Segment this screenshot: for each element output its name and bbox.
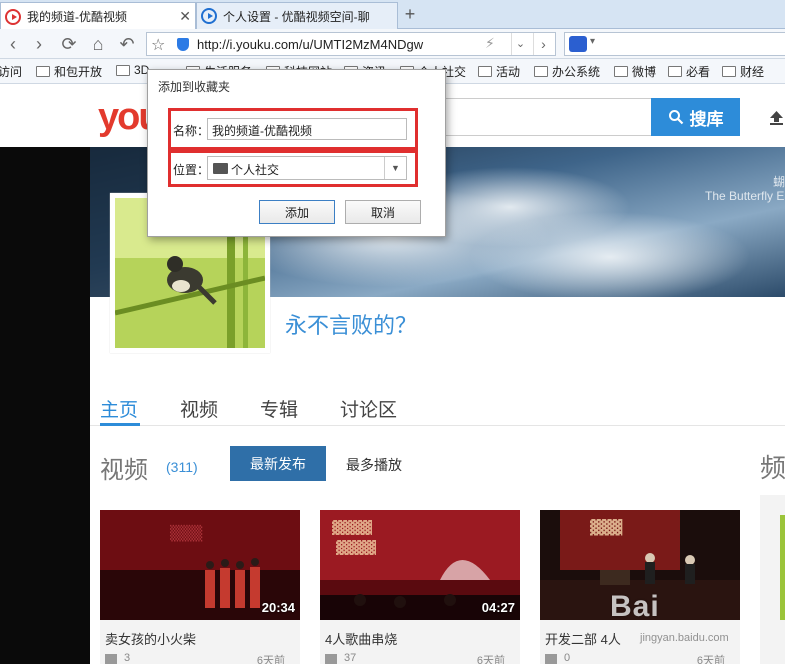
video-thumbnail[interactable]: ▒▒▒ 20:34 — [100, 510, 300, 620]
new-tab-button[interactable]: + — [398, 3, 422, 27]
bookmark-item[interactable]: 访问 — [0, 63, 22, 80]
tab-videos[interactable]: 视频 — [180, 395, 218, 422]
bookmark-star-icon[interactable]: ☆ — [151, 35, 165, 55]
folder-icon — [213, 163, 228, 174]
tab-title: 我的频道-优酷视频 — [27, 10, 127, 24]
add-button[interactable]: 添加 — [259, 200, 335, 224]
tab-youku-channel[interactable]: 我的频道-优酷视频 ✕ — [0, 2, 196, 30]
site-search-input[interactable] — [443, 98, 651, 136]
upload-time: 6天前 — [256, 655, 285, 664]
banner-caption-en: The Butterfly E — [705, 189, 785, 203]
channel-nav: 主页 视频 专辑 讨论区 — [90, 367, 785, 427]
svg-text:▓▓▓▓: ▓▓▓▓ — [336, 540, 376, 556]
name-label: 名称： — [173, 124, 210, 138]
play-count: 3 — [124, 652, 131, 664]
video-duration: 20:34 — [261, 600, 295, 615]
sort-most-played-button[interactable]: 最多播放 — [346, 455, 402, 475]
play-count-icon — [105, 654, 117, 664]
bookmark-folder[interactable]: 3D — [116, 63, 149, 77]
svg-text:▒▒▒: ▒▒▒ — [170, 524, 203, 542]
bookmark-folder[interactable]: 必看 — [668, 63, 710, 80]
section-title-2: 频 — [760, 453, 785, 483]
upload-time: 6天前 — [696, 655, 725, 664]
site-search-button[interactable]: 搜库 — [651, 98, 740, 136]
play-count: 0 — [564, 652, 571, 664]
video-count[interactable]: (311) — [166, 459, 198, 475]
bookmark-folder[interactable]: 和包开放 — [36, 63, 102, 80]
home-icon[interactable]: ⌂ — [87, 33, 109, 55]
video-thumbnail[interactable]: ▓▓▓▓ ▓▓▓▓ 04:27 — [320, 510, 520, 620]
baidu-paw-icon[interactable] — [569, 36, 587, 52]
address-dropdown-icon[interactable]: ⌄ — [511, 33, 529, 55]
bookmark-folder[interactable]: 微博 — [614, 63, 656, 80]
folder-icon — [668, 66, 682, 77]
close-tab-icon[interactable]: ✕ — [179, 8, 191, 25]
tab-discussion[interactable]: 讨论区 — [340, 395, 397, 422]
page-dark-margin — [0, 147, 90, 664]
watermark-logo: Bai — [610, 590, 660, 623]
bookmark-location-select[interactable]: 个人社交 ▼ — [207, 156, 407, 180]
video-thumbnail-partial[interactable] — [780, 515, 785, 620]
svg-text:▓▓▓: ▓▓▓ — [590, 518, 623, 536]
video-duration: 04:27 — [481, 600, 515, 615]
bookmark-name-input[interactable]: 我的频道-优酷视频 — [207, 118, 407, 140]
bookmark-folder[interactable]: 活动 — [478, 63, 520, 80]
folder-icon — [116, 64, 130, 76]
undo-icon[interactable]: ↶ — [116, 33, 138, 55]
video-title[interactable]: 4人歌曲串烧 — [325, 629, 397, 648]
svg-text:▓▓▓▓: ▓▓▓▓ — [332, 520, 372, 536]
add-bookmark-dialog: 添加到收藏夹 名称： 我的频道-优酷视频 位置： 个人社交 ▼ 添加 取消 — [147, 69, 446, 237]
folder-icon — [614, 66, 628, 77]
section-title: 视频 — [100, 457, 148, 484]
folder-icon — [478, 66, 492, 77]
video-title[interactable]: 卖女孩的小火柴 — [105, 629, 196, 648]
speed-mode-icon[interactable]: ⚡ — [485, 35, 495, 52]
banner-caption-cn: 蝴 — [772, 175, 785, 189]
folder-icon — [36, 66, 50, 77]
browser-tab-strip: 我的频道-优酷视频 ✕ 个人设置 - 优酷视频空间-聊 + — [0, 0, 785, 30]
back-icon[interactable]: ‹ — [2, 33, 24, 55]
channel-username: 永不言败的？ — [285, 313, 418, 338]
browser-toolbar: ‹ › ⟳ ⌂ ↶ ☆ http://i.youku.com/u/UMTI2Mz… — [0, 29, 785, 59]
address-bar[interactable]: ☆ http://i.youku.com/u/UMTI2MzM4NDgw ⚡ ⌄… — [146, 32, 556, 56]
search-engine-dropdown-icon[interactable]: ▾ — [590, 36, 595, 47]
baidu-watermark: Bai jingyan.baidu.com — [580, 590, 780, 650]
play-count-icon — [545, 654, 557, 664]
tab-title: 个人设置 - 优酷视频空间-聊 — [223, 9, 370, 24]
forward-icon[interactable]: › — [28, 33, 50, 55]
cancel-button[interactable]: 取消 — [345, 200, 421, 224]
watermark-url: jingyan.baidu.com — [640, 632, 729, 644]
location-value: 个人社交 — [231, 163, 280, 177]
chevron-down-icon[interactable]: ▼ — [384, 157, 406, 179]
security-shield-icon — [177, 38, 189, 51]
location-label: 位置： — [173, 163, 210, 177]
youku-favicon-icon — [5, 8, 21, 25]
youku-favicon-icon — [201, 8, 217, 24]
refresh-icon[interactable]: ⟳ — [58, 33, 80, 55]
search-engine-box[interactable]: ▾ — [564, 32, 785, 56]
video-card[interactable]: ▓▓▓▓ ▓▓▓▓ 04:27 4人歌曲串烧 37 6天前 — [320, 510, 520, 664]
play-count: 37 — [344, 652, 357, 664]
folder-icon — [722, 66, 736, 77]
tab-albums[interactable]: 专辑 — [260, 395, 298, 422]
search-icon — [668, 110, 683, 125]
go-icon[interactable]: › — [533, 33, 553, 55]
tab-personal-settings[interactable]: 个人设置 - 优酷视频空间-聊 — [196, 2, 398, 29]
video-card[interactable]: ▒▒▒ 20:34 卖女孩的小火柴 3 6天前 — [100, 510, 300, 664]
bookmark-folder[interactable]: 财经 — [722, 63, 764, 80]
play-count-icon — [325, 654, 337, 664]
active-tab-indicator — [100, 423, 140, 426]
upload-time: 6天前 — [476, 655, 505, 664]
folder-icon — [534, 66, 548, 77]
upload-icon[interactable] — [768, 110, 785, 126]
sort-latest-button[interactable]: 最新发布 — [230, 446, 326, 481]
bookmark-folder[interactable]: 办公系统 — [534, 63, 600, 80]
tab-home[interactable]: 主页 — [100, 395, 138, 422]
nav-divider — [90, 425, 785, 426]
dialog-title: 添加到收藏夹 — [158, 80, 231, 94]
address-url[interactable]: http://i.youku.com/u/UMTI2MzM4NDgw — [197, 37, 423, 52]
search-button-label: 搜库 — [689, 109, 724, 129]
